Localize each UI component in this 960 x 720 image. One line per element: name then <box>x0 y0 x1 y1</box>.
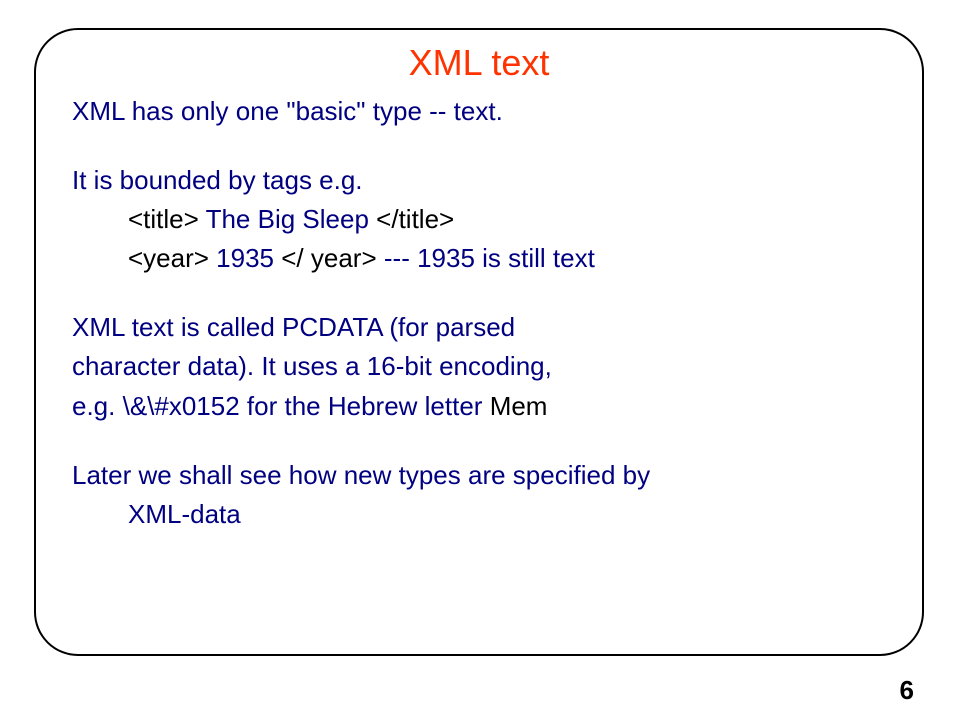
line-pcdata-1: XML text is called PCDATA (for parsed <box>72 310 886 345</box>
example-year-tag: <year> 1935 </ year> --- 1935 is still t… <box>72 241 886 276</box>
eg-prefix: e.g. <box>72 391 123 421</box>
line-later-1: Later we shall see how new types are spe… <box>72 458 886 493</box>
year-comment: --- 1935 is still text <box>377 243 595 273</box>
tag-content-year: 1935 <box>216 243 281 273</box>
slide-body: XML has only one "basic" type -- text. I… <box>72 94 886 532</box>
tag-open-year: <year> <box>128 243 216 273</box>
hex-code: \&\#x0152 for the Hebrew letter <box>123 391 490 421</box>
line-pcdata-3: e.g. \&\#x0152 for the Hebrew letter Mem <box>72 389 886 424</box>
example-title-tag: <title> The Big Sleep </title> <box>72 202 886 237</box>
spacer <box>72 280 886 310</box>
tag-content-title: The Big Sleep <box>206 204 377 234</box>
line-bounded-by-tags: It is bounded by tags e.g. <box>72 163 886 198</box>
line-pcdata-2: character data). It uses a 16-bit encodi… <box>72 349 886 384</box>
slide-title: XML text <box>72 42 886 84</box>
slide-frame: XML text XML has only one "basic" type -… <box>34 28 924 656</box>
tag-open-title: <title> <box>128 204 206 234</box>
mem-word: Mem <box>490 391 548 421</box>
tag-close-title: </title> <box>376 204 454 234</box>
page-number: 6 <box>900 675 914 706</box>
tag-close-year: </ year> <box>281 243 376 273</box>
spacer <box>72 133 886 163</box>
line-basic-type: XML has only one "basic" type -- text. <box>72 94 886 129</box>
spacer <box>72 428 886 458</box>
line-later-2: XML-data <box>72 497 886 532</box>
